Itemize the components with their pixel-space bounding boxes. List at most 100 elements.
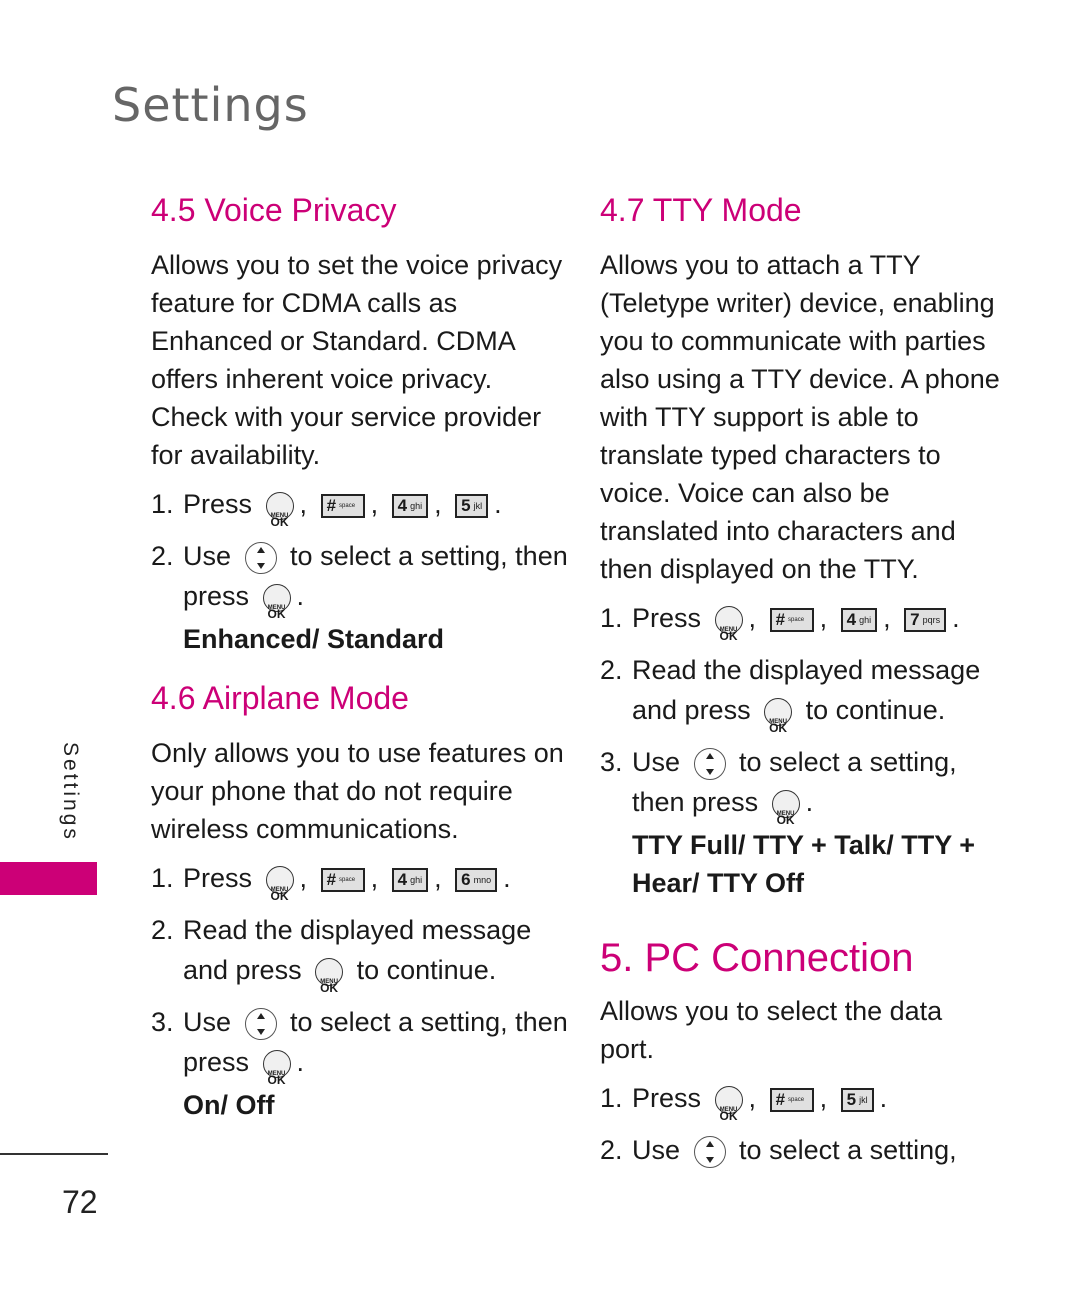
step-1: 1. Press , #space, 4ghi, 6mno. [151,858,571,916]
menu-ok-key-icon [265,491,294,542]
period: . [879,1083,888,1113]
setting-options: Enhanced/ Standard [183,624,445,654]
step-label: to select a setting, then press [183,541,568,611]
key-sub: space [788,616,805,623]
key-4-icon: 4 ghi [391,867,429,892]
step-label: Press [632,1083,702,1113]
key-sub: mno [473,874,492,885]
period: . [296,581,305,611]
key-4-icon: 4 ghi [391,493,429,518]
period: . [952,603,960,633]
step-text: Use to select a setting, then press . [183,536,571,634]
key-char: # [775,609,786,629]
menu-ok-key-icon [315,957,344,1008]
comma: , [370,489,379,519]
step-label: to select a setting, then press [183,1007,568,1077]
menu-ok-key-icon [714,605,743,656]
key-sub: space [339,502,356,509]
comma: , [370,863,379,893]
nav-key-icon [244,541,277,574]
footer-divider [0,1153,108,1155]
step-label: Use [183,1007,232,1037]
step-number: 2. [600,1135,623,1165]
comma: , [883,603,891,633]
step-text: Use to select a setting, then press . [183,1002,571,1100]
key-7-icon: 7 pqrs [904,607,947,632]
section-heading: 4.7 TTY Mode [600,192,802,228]
step-number: 1. [600,1083,623,1113]
step-number: 2. [151,541,174,571]
key-sub: pqrs [922,614,941,625]
comma: , [299,863,308,893]
menu-ok-key-icon [262,583,291,634]
section-heading: 4.5 Voice Privacy [151,192,397,228]
step-number: 1. [151,863,174,893]
step-3: 3. Use to select a setting, then press . [151,1002,571,1100]
section-pc-connection: 5. PC Connection Allows you to select th… [600,932,1000,1170]
nav-key-icon [693,747,726,780]
key-sub: ghi [410,874,423,885]
comma: , [748,1083,757,1113]
step-label: to continue. [356,955,497,985]
menu-ok-key-icon [265,865,294,916]
step-text: Press , #space, 4ghi, 5jkl. [183,484,571,542]
left-column: 4.5 Voice Privacy Allows you to set the … [151,188,571,1136]
step-text: Read the displayed message and press to … [632,650,1000,748]
key-6-icon: 6 mno [455,867,498,892]
period: . [805,787,814,817]
step-number: 3. [151,1007,174,1037]
step-number: 3. [600,747,623,777]
hash-key-icon: # space [320,867,365,892]
key-sub: ghi [859,614,872,625]
step-label: Use [632,1135,681,1165]
step-number: 1. [151,489,174,519]
section-heading: 4.6 Airplane Mode [151,680,409,716]
section-body: Only allows you to use features on your … [151,738,564,844]
step-1: 1. Press , #space, 4ghi, 7pqrs. [600,598,1000,656]
menu-ok-key-icon [714,1085,743,1136]
side-section-tab [0,862,97,895]
step-1: 1. Press , #space, 5jkl. [600,1078,1000,1136]
comma: , [299,489,308,519]
key-char: # [326,869,337,889]
comma: , [819,1083,828,1113]
right-column: 4.7 TTY Mode Allows you to attach a TTY … [600,188,1000,1182]
step-text: Use to select a setting, [632,1130,1000,1170]
step-label: Use [183,541,232,571]
period: . [503,863,511,893]
key-5-icon: 5 jkl [840,1087,874,1112]
key-char: 5 [846,1089,857,1109]
step-text: Use to select a setting, then press . [632,742,1000,840]
step-number: 2. [600,655,623,685]
menu-ok-key-icon [771,789,800,840]
period: . [494,489,502,519]
step-text: Press , #space, 5jkl. [632,1078,1000,1136]
step-label: Press [632,603,702,633]
key-char: 5 [461,495,471,515]
step-2: 2. Read the displayed message and press … [151,910,571,1008]
key-char: 4 [846,609,857,629]
step-number: 2. [151,915,174,945]
comma: , [819,603,828,633]
key-char: 4 [397,495,408,515]
step-text: Read the displayed message and press to … [183,910,571,1008]
page-number: 72 [62,1184,98,1220]
key-sub: space [339,876,356,883]
nav-key-icon [693,1135,726,1168]
hash-key-icon: # space [320,493,365,518]
nav-key-icon [244,1007,277,1040]
step-2: 2. Use to select a setting, then press . [151,536,571,634]
period: . [296,1047,305,1077]
hash-key-icon: # space [769,607,814,632]
setting-options: TTY Full/ TTY + Talk/ TTY + Hear/ TTY Of… [632,830,976,898]
section-airplane-mode: 4.6 Airplane Mode Only allows you to use… [151,676,571,1124]
step-2: 2. Use to select a setting, [600,1130,1000,1170]
section-body: Allows you to set the voice privacy feat… [151,250,563,470]
key-sub: ghi [410,500,423,511]
step-text: Press , #space, 4ghi, 6mno. [183,858,571,916]
hash-key-icon: # space [769,1087,814,1112]
section-tty-mode: 4.7 TTY Mode Allows you to attach a TTY … [600,188,1000,902]
key-5-icon: 5 jkl [455,493,489,518]
key-char: 4 [397,869,408,889]
step-text: Press , #space, 4ghi, 7pqrs. [632,598,1000,656]
